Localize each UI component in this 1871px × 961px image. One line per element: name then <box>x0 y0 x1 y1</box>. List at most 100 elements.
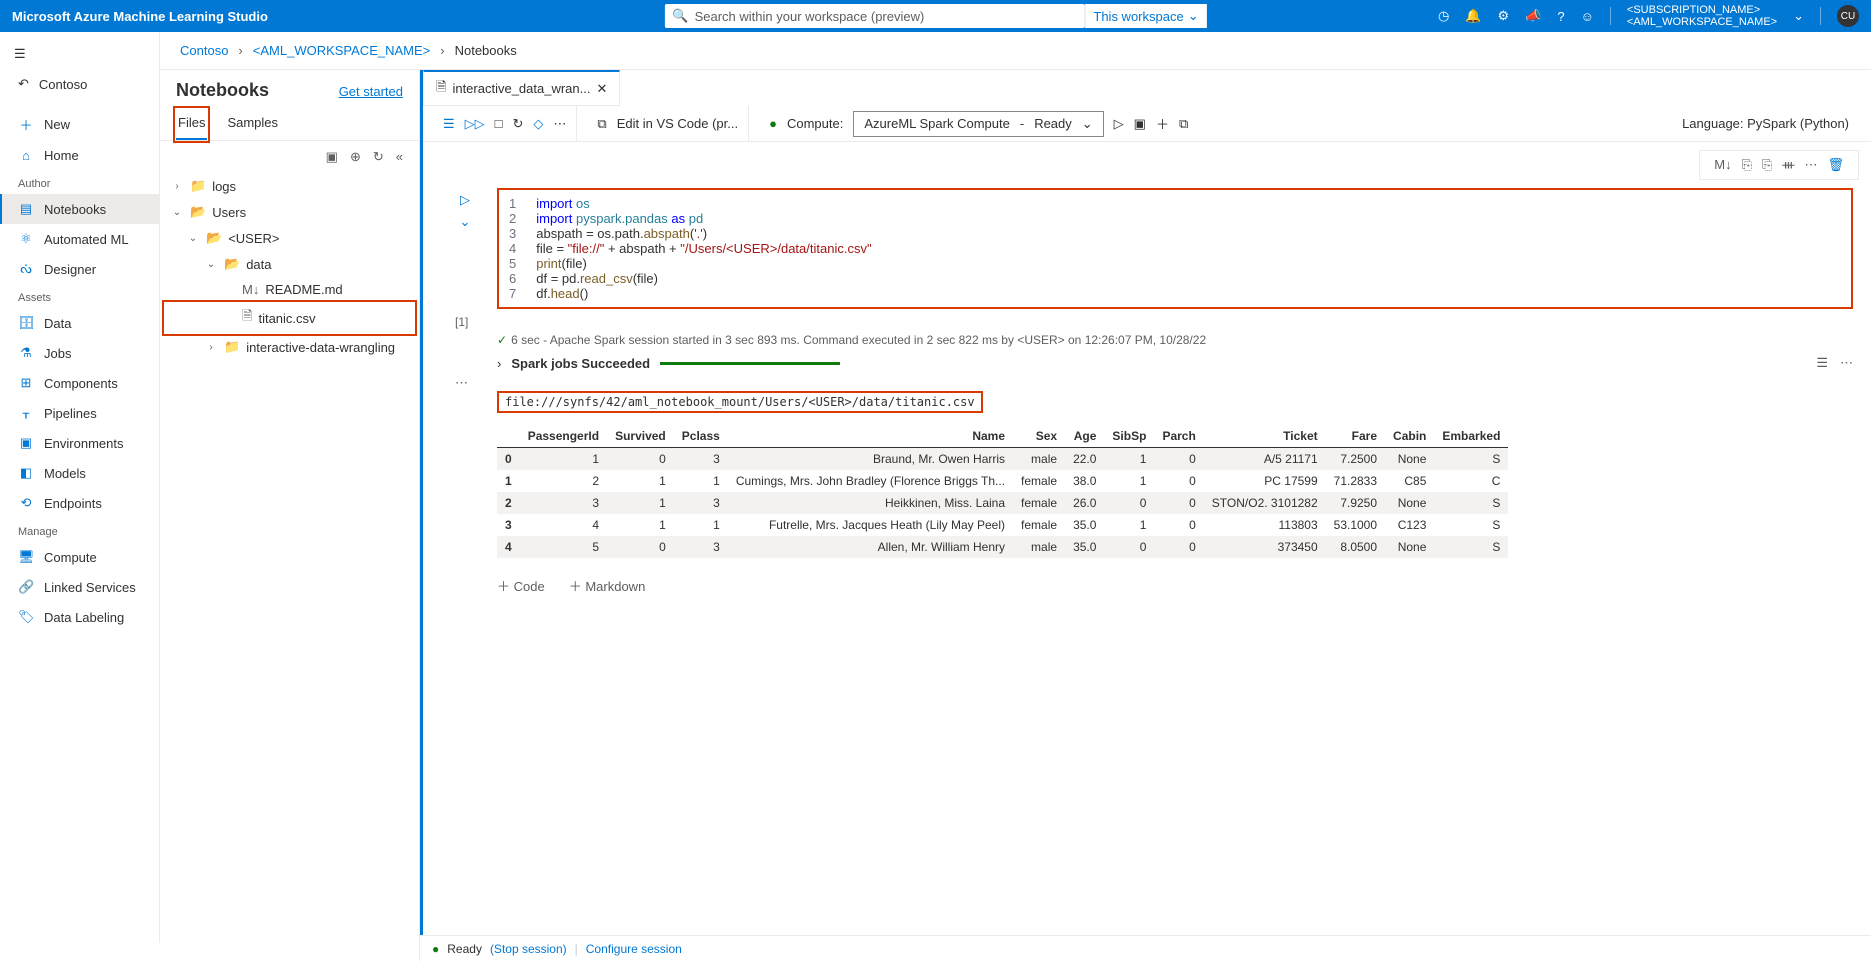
user-avatar[interactable]: CU <box>1837 5 1859 27</box>
tab-samples[interactable]: Samples <box>225 109 280 140</box>
folder-icon: 📂 <box>190 204 206 220</box>
play-icon[interactable]: ▷ <box>1114 116 1124 132</box>
notebook-toolbar: ☰ ▷▷ □ ↻ ◇ ⋯ ⧉ Edit in VS Code (pr... ● … <box>423 106 1871 142</box>
run-cell-icon[interactable]: ▷ <box>460 192 470 208</box>
tree-folder-user[interactable]: ⌄📂<USER> <box>164 225 415 251</box>
nav-designer[interactable]: ᔔDesigner <box>0 254 159 284</box>
configure-session-link[interactable]: Configure session <box>586 942 682 956</box>
clear-icon[interactable]: ◇ <box>533 116 543 132</box>
compute-dropdown[interactable]: AzureML Spark Compute - Ready ⌄ <box>853 111 1103 137</box>
nav-automl[interactable]: ⚛Automated ML <box>0 224 159 254</box>
chevron-down-icon[interactable]: ⌄ <box>1793 8 1804 24</box>
output-below-icon[interactable]: ⎘ <box>1742 157 1752 173</box>
restart-icon[interactable]: ↻ <box>513 116 524 132</box>
ready-status-icon: ● <box>432 942 439 956</box>
stop-session-link[interactable]: (Stop session) <box>490 942 567 956</box>
nav-environments[interactable]: ▣Environments <box>0 428 159 458</box>
tree-folder-wrangling[interactable]: ›📁interactive-data-wrangling <box>164 334 415 360</box>
add-file-icon[interactable]: ⊕ <box>350 149 361 165</box>
labeling-icon: 🏷 <box>18 609 34 625</box>
data-icon: 🗄 <box>18 315 34 331</box>
collapse-icon[interactable]: « <box>396 149 403 165</box>
nav-labeling[interactable]: 🏷Data Labeling <box>0 602 159 632</box>
compute-label: Compute: <box>787 116 843 131</box>
nav-linked[interactable]: 🔗Linked Services <box>0 572 159 602</box>
tab-files[interactable]: Files <box>176 109 207 140</box>
spark-job-row[interactable]: › Spark jobs Succeeded ☰⋯ <box>497 351 1853 375</box>
menu-icon[interactable]: ☰ <box>443 116 455 132</box>
tree-file-titanic[interactable]: 🗎titanic.csv <box>164 302 415 334</box>
tree-file-readme[interactable]: M↓README.md <box>164 277 415 302</box>
section-assets: Assets <box>0 284 159 308</box>
nav-models[interactable]: ◧Models <box>0 458 159 488</box>
nav-data[interactable]: 🗄Data <box>0 308 159 338</box>
code-cell[interactable]: 1import os 2import pyspark.pandas as pd … <box>497 188 1853 309</box>
nav-new[interactable]: ＋New <box>0 108 159 141</box>
add-compute-icon[interactable]: ＋ <box>1156 114 1169 133</box>
tree-folder-logs[interactable]: ›📁logs <box>164 173 415 199</box>
execution-status: ✓6 sec - Apache Spark session started in… <box>497 329 1853 351</box>
variables-icon[interactable]: ᚒ <box>1782 157 1794 173</box>
close-icon[interactable]: ✕ <box>596 81 607 97</box>
nav-jobs[interactable]: ⚗Jobs <box>0 338 159 368</box>
cell-menu-icon[interactable]: ⋯ <box>455 375 1853 391</box>
table-header: Parch <box>1154 425 1203 448</box>
megaphone-icon[interactable]: 📣 <box>1525 8 1541 24</box>
list-icon[interactable]: ☰ <box>1816 355 1828 371</box>
breadcrumb-current: Notebooks <box>455 43 517 58</box>
folder-icon: 📁 <box>224 339 240 355</box>
back-link[interactable]: ↶ Contoso <box>0 68 159 100</box>
table-header: PassengerId <box>520 425 607 448</box>
nav-endpoints[interactable]: ⟲Endpoints <box>0 488 159 518</box>
footer: ● Ready (Stop session) | Configure sessi… <box>420 935 1871 961</box>
get-started-link[interactable]: Get started <box>339 84 403 99</box>
breadcrumb: Contoso › <AML_WORKSPACE_NAME> › Noteboo… <box>160 32 1871 70</box>
search-input[interactable]: 🔍 Search within your workspace (preview) <box>664 4 1084 28</box>
run-all-icon[interactable]: ▷▷ <box>465 116 485 132</box>
terminal-icon[interactable]: ▣ <box>326 149 338 165</box>
breadcrumb-workspace[interactable]: <AML_WORKSPACE_NAME> <box>253 43 430 58</box>
tree-folder-data[interactable]: ⌄📂data <box>164 251 415 277</box>
chevron-down-icon: ⌄ <box>186 233 200 244</box>
link-icon: 🔗 <box>18 579 34 595</box>
compute-status-dot: ● <box>769 116 777 131</box>
add-markdown-button[interactable]: ＋ Markdown <box>569 576 646 595</box>
vscode-button[interactable]: ⧉ Edit in VS Code (pr... <box>587 106 749 141</box>
nav-home[interactable]: ⌂Home <box>0 141 159 170</box>
output-side-icon[interactable]: ⎘ <box>1762 157 1772 173</box>
file-tab[interactable]: 🗎 interactive_data_wran... ✕ <box>423 70 620 106</box>
nav-pipelines[interactable]: ᚁPipelines <box>0 398 159 428</box>
terminal-icon[interactable]: ▣ <box>1134 116 1146 132</box>
hamburger-icon[interactable]: ☰ <box>0 40 159 68</box>
chevron-down-icon[interactable]: ⌄ <box>460 214 471 230</box>
search-icon: 🔍 <box>672 8 688 24</box>
subscription-picker[interactable]: <SUBSCRIPTION_NAME> <AML_WORKSPACE_NAME> <box>1627 4 1777 28</box>
table-row: 0103Braund, Mr. Owen Harrismale22.010A/5… <box>497 448 1508 471</box>
gear-icon[interactable]: ⚙ <box>1498 8 1510 24</box>
breadcrumb-contoso[interactable]: Contoso <box>180 43 228 58</box>
left-nav: ☰ ↶ Contoso ＋New ⌂Home Author ▤Notebooks… <box>0 32 160 943</box>
stop-icon[interactable]: □ <box>495 116 503 131</box>
add-code-button[interactable]: ＋ Code <box>497 576 545 595</box>
compute-list-icon[interactable]: ⧉ <box>1179 116 1188 132</box>
clock-icon[interactable]: ◷ <box>1438 8 1449 24</box>
delete-icon[interactable]: 🗑 <box>1827 157 1844 173</box>
search-scope-dropdown[interactable]: This workspace ⌄ <box>1084 4 1206 28</box>
table-header: Age <box>1065 425 1104 448</box>
language-picker[interactable]: Language: PySpark (Python) <box>1670 116 1861 131</box>
nav-compute[interactable]: 🖥Compute <box>0 542 159 572</box>
nav-notebooks[interactable]: ▤Notebooks <box>0 194 159 224</box>
smiley-icon[interactable]: ☺ <box>1581 9 1594 24</box>
more-icon[interactable]: ⋯ <box>1804 157 1817 173</box>
more-icon[interactable]: ⋯ <box>553 116 566 132</box>
tree-folder-users[interactable]: ⌄📂Users <box>164 199 415 225</box>
help-icon[interactable]: ? <box>1557 9 1564 24</box>
bell-icon[interactable]: 🔔 <box>1465 8 1481 24</box>
nav-components[interactable]: ⊞Components <box>0 368 159 398</box>
refresh-icon[interactable]: ↻ <box>373 149 384 165</box>
models-icon: ◧ <box>18 465 34 481</box>
compute-icon: 🖥 <box>18 549 34 565</box>
more-icon[interactable]: ⋯ <box>1840 355 1853 371</box>
table-row: 4503Allen, Mr. William Henrymale35.00037… <box>497 536 1508 558</box>
markdown-toggle-icon[interactable]: M↓ <box>1714 157 1731 173</box>
